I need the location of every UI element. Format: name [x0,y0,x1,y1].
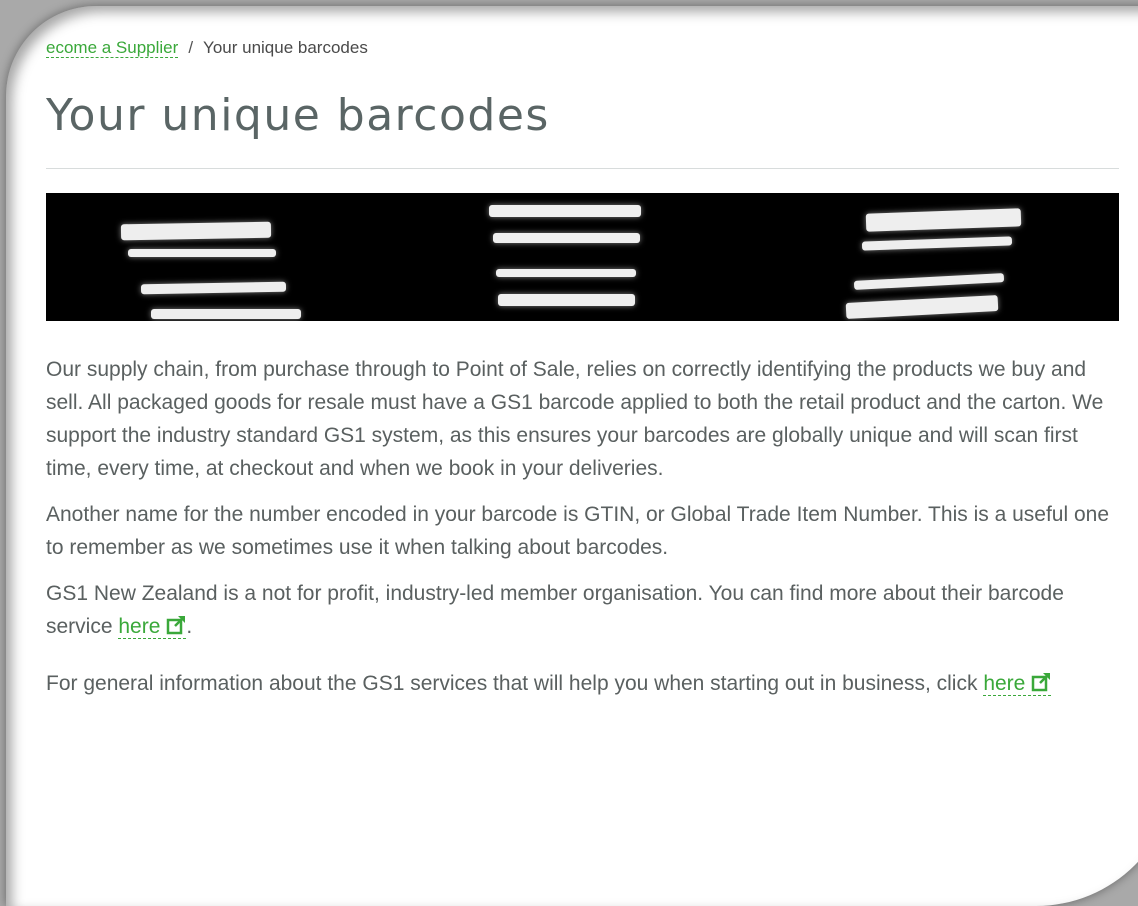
barcode-bar [151,309,301,319]
breadcrumb-current: Your unique barcodes [203,38,368,57]
gs1-general-info-link[interactable]: here [983,672,1052,696]
barcode-bar [865,208,1022,232]
barcode-bar [853,273,1005,290]
paragraph-gs1-nz-end: . [186,615,193,638]
main-content: ecome a Supplier / Your unique barcodes Yo… [46,36,1126,713]
breadcrumb-separator: / [188,38,194,57]
external-link-icon [167,616,186,635]
barcode-bar [489,205,641,217]
barcode-bar [498,294,635,306]
barcode-bar [845,295,999,319]
paragraph-gs1-nz-text: GS1 New Zealand is a not for profit, ind… [46,582,1064,638]
paragraph-general-info-text: For general information about the GS1 se… [46,672,984,695]
barcode-bar [120,221,272,241]
page-frame: ecome a Supplier / Your unique barcodes Yo… [6,6,1138,906]
breadcrumb-become-a-supplier[interactable]: ecome a Supplier [46,38,179,58]
barcode-bar [128,249,276,257]
title-divider [46,168,1119,169]
paragraph-general-info: For general information about the GS1 se… [46,667,1119,700]
barcode-bar [496,269,636,277]
body-text: Our supply chain, from purchase through … [46,353,1119,700]
gs1-barcode-service-link[interactable]: here [118,615,187,639]
gs1-general-info-link-label: here [983,672,1026,695]
barcode-bar [140,281,287,295]
gs1-barcode-service-link-label: here [118,615,161,638]
barcode-bar [493,233,640,243]
paragraph-supply-chain: Our supply chain, from purchase through … [46,358,1104,480]
page-title: Your unique barcodes [46,90,550,141]
breadcrumb: ecome a Supplier / Your unique barcodes [46,36,1126,60]
barcode-bar [861,236,1013,251]
external-link-icon [1032,673,1051,692]
barcode-banner-image [46,193,1119,321]
paragraph-gtin: Another name for the number encoded in y… [46,503,1109,559]
paragraph-gs1-nz: GS1 New Zealand is a not for profit, ind… [46,577,1119,643]
